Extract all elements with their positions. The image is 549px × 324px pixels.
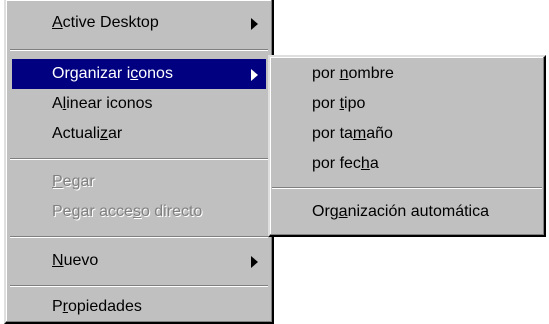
submenu-item-por-tipo[interactable]: por tipo bbox=[274, 89, 540, 119]
menu-item-nuevo[interactable]: Nuevo bbox=[12, 246, 266, 276]
menu-item-organizar-iconos[interactable]: Organizar iconos bbox=[12, 59, 266, 89]
menu-separator bbox=[10, 158, 268, 160]
menu-item-label: Active Desktop bbox=[52, 14, 159, 31]
menu-separator bbox=[10, 236, 268, 238]
menu-item-actualizar[interactable]: Actualizar bbox=[12, 119, 266, 149]
submenu-arrow-icon bbox=[251, 18, 258, 30]
menu-item-label: Organizar iconos bbox=[52, 65, 173, 82]
menu-item-pegar[interactable]: Pegar bbox=[12, 167, 266, 197]
menu-separator bbox=[272, 187, 542, 189]
menu-item-label: Pegar bbox=[52, 173, 95, 190]
menu-item-label: Nuevo bbox=[52, 252, 99, 269]
submenu-item-organizacion-automatica[interactable]: Organización automática bbox=[274, 197, 540, 227]
menu-item-pegar-acceso-directo[interactable]: Pegar acceso directo bbox=[12, 197, 266, 227]
menu-item-label: por fecha bbox=[312, 155, 379, 172]
submenu-item-por-nombre[interactable]: por nombre bbox=[274, 59, 540, 89]
desktop-context-menu: Active Desktop Organizar iconos Alinear … bbox=[4, 0, 274, 324]
menu-item-label: Alinear iconos bbox=[52, 95, 153, 112]
menu-item-alinear-iconos[interactable]: Alinear iconos bbox=[12, 89, 266, 119]
menu-item-propiedades[interactable]: Propiedades bbox=[12, 292, 266, 322]
menu-item-label: Organización automática bbox=[312, 203, 489, 220]
submenu-arrow-icon bbox=[251, 69, 258, 81]
menu-item-label: por tipo bbox=[312, 95, 366, 112]
submenu-item-por-tamano[interactable]: por tamaño bbox=[274, 119, 540, 149]
menu-item-label: por nombre bbox=[312, 65, 394, 82]
menu-item-label: Pegar acceso directo bbox=[52, 203, 203, 220]
menu-item-label: Propiedades bbox=[52, 298, 142, 315]
menu-item-label: Actualizar bbox=[52, 125, 123, 142]
menu-item-label: por tamaño bbox=[312, 125, 393, 142]
organizar-iconos-submenu: por nombre por tipo por tamaño por fecha… bbox=[268, 55, 546, 237]
submenu-arrow-icon bbox=[251, 256, 258, 268]
submenu-item-por-fecha[interactable]: por fecha bbox=[274, 149, 540, 179]
menu-separator bbox=[10, 285, 268, 287]
menu-item-active-desktop[interactable]: Active Desktop bbox=[12, 8, 266, 38]
menu-separator bbox=[10, 49, 268, 51]
